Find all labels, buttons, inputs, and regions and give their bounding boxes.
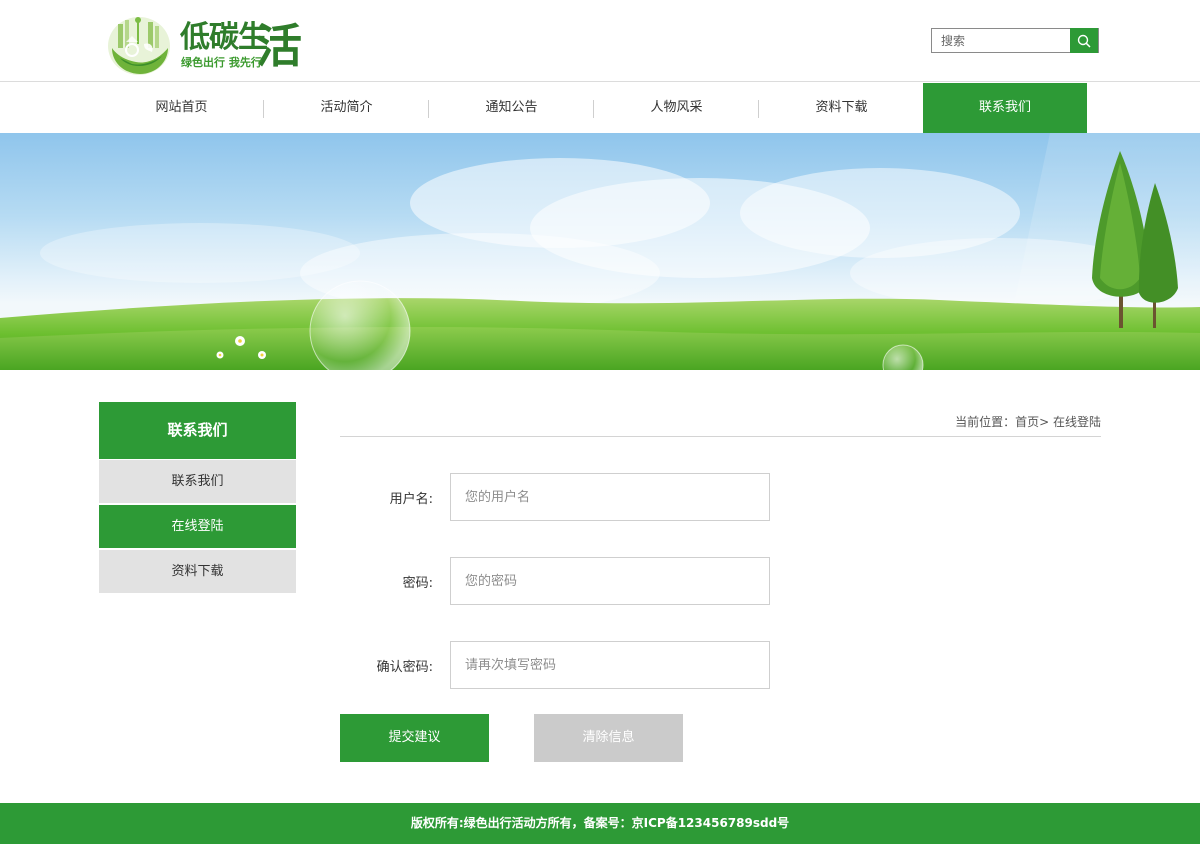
breadcrumb-prefix: 当前位置：: [955, 415, 1016, 429]
sidebar-title: 联系我们: [99, 402, 296, 459]
nav-item-people[interactable]: 人物风采: [594, 83, 759, 133]
confirm-password-label: 确认密码:: [376, 660, 433, 675]
breadcrumb-current: 在线登陆: [1052, 415, 1101, 429]
logo-title-big: 活: [256, 19, 302, 73]
site-logo[interactable]: 低碳生 活 绿色出行 我先行: [106, 14, 306, 76]
breadcrumb: 当前位置：首页> 在线登陆: [340, 402, 1101, 437]
sidebar-item-online-login[interactable]: 在线登陆: [99, 505, 296, 548]
sidebar-item-contact[interactable]: 联系我们: [99, 460, 296, 503]
site-footer: 版权所有:绿色出行活动方所有，备案号：京ICP备123456789sdd号: [0, 803, 1200, 844]
confirm-password-input[interactable]: [450, 641, 770, 689]
search-button[interactable]: [1070, 28, 1098, 53]
logo-emblem-icon: [108, 17, 170, 75]
nav-item-contact[interactable]: 联系我们: [923, 83, 1087, 133]
nav-item-notices[interactable]: 通知公告: [429, 83, 594, 133]
nav-item-downloads[interactable]: 资料下载: [759, 83, 924, 133]
hero-banner: [0, 133, 1200, 370]
breadcrumb-text: 当前位置：首页> 在线登陆: [955, 413, 1101, 430]
password-label: 密码:: [402, 576, 433, 591]
clear-button[interactable]: 清除信息: [534, 714, 683, 762]
search-box: [931, 28, 1099, 53]
search-input[interactable]: [932, 29, 1072, 52]
banner-landscape-image: [0, 133, 1200, 370]
breadcrumb-separator: >: [1039, 415, 1053, 429]
username-input[interactable]: [450, 473, 770, 521]
nav-item-activity-intro[interactable]: 活动简介: [264, 83, 429, 133]
logo-title: 低碳生: [180, 20, 268, 55]
breadcrumb-home-link[interactable]: 首页: [1015, 415, 1039, 429]
sidebar-item-downloads[interactable]: 资料下载: [99, 550, 296, 593]
search-icon: [1077, 34, 1091, 48]
logo-subtitle: 绿色出行 我先行: [181, 56, 262, 69]
site-header: 低碳生 活 绿色出行 我先行: [0, 0, 1200, 82]
main-nav: 网站首页 活动简介 通知公告 人物风采 资料下载 联系我们: [0, 83, 1200, 133]
submit-button[interactable]: 提交建议: [340, 714, 489, 762]
username-label: 用户名:: [389, 492, 433, 507]
nav-item-home[interactable]: 网站首页: [99, 83, 264, 133]
password-input[interactable]: [450, 557, 770, 605]
